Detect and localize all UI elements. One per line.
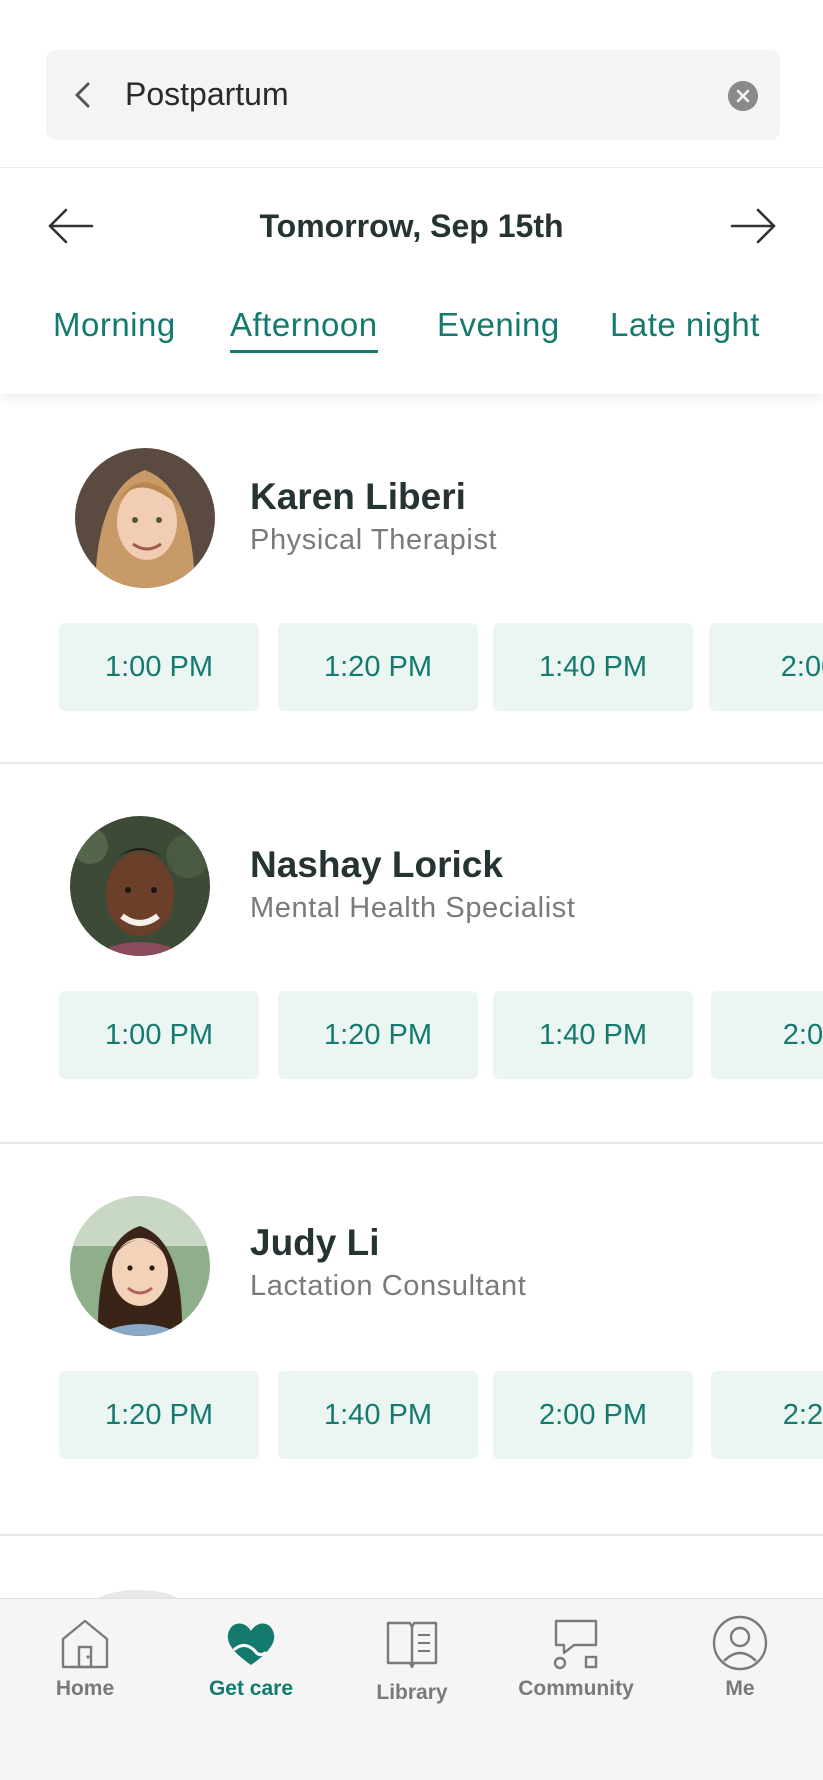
heart-hand-icon — [227, 1623, 275, 1665]
back-chevron-icon[interactable] — [68, 79, 100, 111]
nav-home[interactable]: Home — [15, 1615, 155, 1715]
provider-name: Karen Liberi — [250, 476, 466, 517]
time-slot-button[interactable]: 2:20 — [711, 1371, 823, 1459]
date-title: Tomorrow, Sep 15th — [259, 208, 564, 244]
time-slot-button[interactable]: 1:20 PM — [278, 991, 478, 1079]
search-bar[interactable]: Postpartum — [46, 50, 780, 140]
time-slot-button[interactable]: 1:00 PM — [59, 623, 259, 711]
time-slot-row: 1:20 PM 1:40 PM 2:00 PM 2:20 — [0, 1371, 823, 1461]
home-icon — [61, 1619, 109, 1669]
time-slot-row: 1:00 PM 1:20 PM 1:40 PM 2:00 — [0, 991, 823, 1081]
user-icon — [712, 1615, 768, 1671]
nav-home-label: Home — [55, 1677, 115, 1700]
book-icon — [386, 1621, 438, 1669]
provider-name: Judy Li — [250, 1222, 380, 1263]
nav-me-label: Me — [725, 1677, 755, 1700]
time-slot-button[interactable]: 2:00 — [709, 623, 823, 711]
search-input[interactable]: Postpartum — [125, 76, 289, 113]
time-slot-row: 1:00 PM 1:20 PM 1:40 PM 2:00 — [0, 623, 823, 713]
time-slot-button[interactable]: 1:40 PM — [493, 623, 693, 711]
nav-library-label: Library — [376, 1681, 448, 1704]
clear-search-icon[interactable] — [728, 81, 758, 111]
nav-community[interactable]: Community — [506, 1615, 646, 1715]
time-slot-button[interactable]: 1:40 PM — [493, 991, 693, 1079]
chat-community-icon — [553, 1619, 598, 1670]
provider-role: Mental Health Specialist — [250, 892, 576, 924]
provider-card: Karen Liberi Physical Therapist 1:00 PM … — [0, 394, 823, 764]
bottom-navigation: Home Get care Library Community Me — [0, 1598, 823, 1780]
provider-card: Nashay Lorick Mental Health Specialist 1… — [0, 764, 823, 1144]
time-slot-button[interactable]: 2:00 — [711, 991, 823, 1079]
avatar[interactable] — [75, 448, 215, 588]
time-slot-button[interactable]: 1:40 PM — [278, 1371, 478, 1459]
nav-get-care[interactable]: Get care — [181, 1615, 321, 1715]
nav-community-label: Community — [518, 1677, 634, 1700]
provider-role: Physical Therapist — [250, 524, 498, 556]
avatar[interactable] — [70, 1196, 210, 1336]
tab-afternoon[interactable]: Afternoon — [230, 306, 378, 353]
search-header: Postpartum — [0, 0, 823, 168]
time-slot-button[interactable]: 1:00 PM — [59, 991, 259, 1079]
provider-card: Judy Li Lactation Consultant 1:20 PM 1:4… — [0, 1144, 823, 1536]
avatar[interactable] — [70, 816, 210, 956]
time-slot-button[interactable]: 1:20 PM — [59, 1371, 259, 1459]
tab-late-night[interactable]: Late night — [610, 306, 760, 344]
provider-name: Nashay Lorick — [250, 844, 503, 885]
time-slot-button[interactable]: 2:00 PM — [493, 1371, 693, 1459]
tab-evening[interactable]: Evening — [437, 306, 560, 344]
next-day-arrow-icon[interactable] — [728, 204, 778, 248]
date-navigation: Tomorrow, Sep 15th Morning Afternoon Eve… — [0, 168, 823, 394]
nav-me[interactable]: Me — [670, 1615, 810, 1715]
time-slot-button[interactable]: 1:20 PM — [278, 623, 478, 711]
nav-library[interactable]: Library — [342, 1615, 482, 1715]
provider-role: Lactation Consultant — [250, 1270, 527, 1302]
nav-get-care-label: Get care — [208, 1677, 294, 1700]
time-of-day-tabs: Morning Afternoon Evening Late night — [0, 306, 823, 366]
tab-morning[interactable]: Morning — [53, 306, 176, 344]
